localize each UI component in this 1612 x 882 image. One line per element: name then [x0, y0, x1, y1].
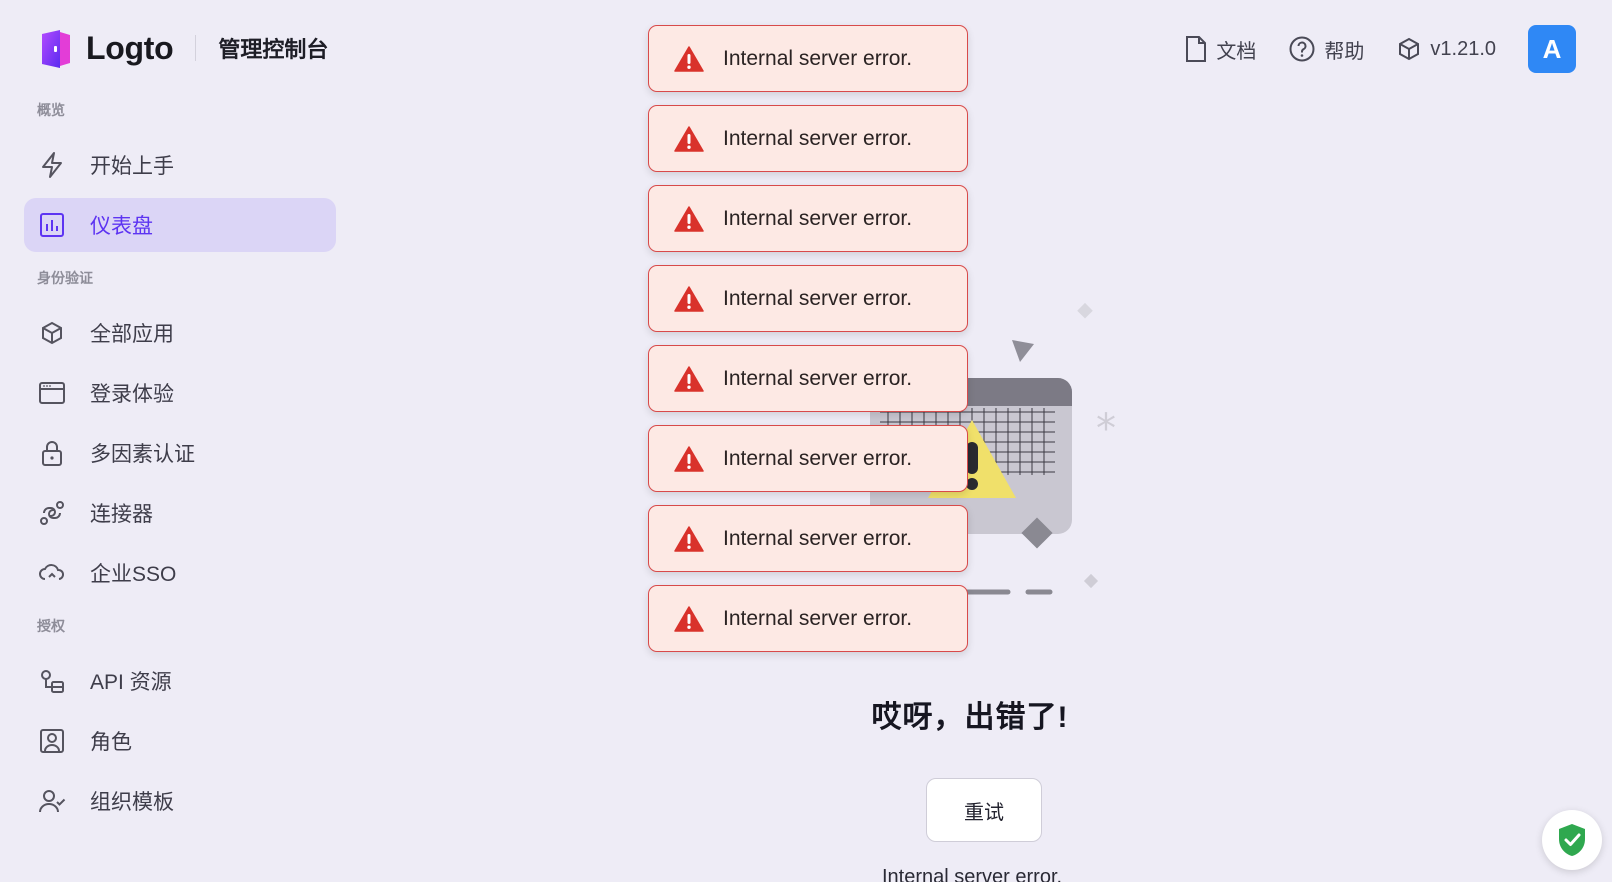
sidebar-item-applications[interactable]: 全部应用 [24, 306, 336, 360]
logto-logo-icon [38, 28, 74, 68]
sidebar-item-label: 开始上手 [90, 155, 174, 178]
docs-label: 文档 [1216, 40, 1257, 63]
help-icon [1289, 36, 1315, 62]
section-title-auth: 身份验证 [37, 270, 93, 286]
error-toast[interactable]: Internal server error. [648, 345, 968, 412]
svg-text:*: * [1096, 406, 1116, 452]
warning-icon [674, 125, 704, 152]
section-title-overview: 概览 [37, 102, 65, 118]
toast-message: Internal server error. [723, 286, 913, 310]
header-actions: 文档 帮助 v1.21.0 A [1184, 24, 1576, 74]
app-root: Logto 管理控制台 文档 帮助 v1.21.0 A 概览 开始上手 仪表盘 [0, 0, 1612, 882]
error-toast[interactable]: Internal server error. [648, 105, 968, 172]
help-link[interactable]: 帮助 [1288, 35, 1364, 64]
error-title: 哎呀，出错了! [871, 701, 1069, 734]
section-title-authorization: 授权 [37, 618, 65, 634]
sidebar-item-label: 登录体验 [90, 383, 174, 406]
brand[interactable]: Logto 管理控制台 [38, 28, 328, 68]
org-icon [38, 787, 66, 815]
toast-message: Internal server error. [723, 446, 913, 470]
chart-icon [38, 211, 66, 239]
error-detail: Internal server error. [882, 866, 1063, 882]
error-toast[interactable]: Internal server error. [648, 185, 968, 252]
sidebar-item-label: 连接器 [90, 503, 153, 526]
cube-icon [38, 319, 66, 347]
warning-icon [674, 445, 704, 472]
toast-message: Internal server error. [723, 606, 913, 630]
brand-divider [195, 35, 197, 61]
toast-message: Internal server error. [723, 126, 913, 150]
sidebar-item-connectors[interactable]: 连接器 [24, 486, 336, 540]
package-icon [1399, 37, 1420, 61]
sidebar-item-enterprise-sso[interactable]: 企业SSO [24, 546, 336, 600]
toast-message: Internal server error. [723, 206, 913, 230]
docs-link[interactable]: 文档 [1184, 35, 1256, 64]
toast-message: Internal server error. [723, 526, 913, 550]
warning-icon [674, 205, 704, 232]
user-avatar[interactable]: A [1528, 25, 1576, 73]
brand-name: Logto [86, 29, 174, 66]
error-toast[interactable]: Internal server error. [648, 425, 968, 492]
shield-check-icon [1559, 824, 1585, 856]
connector-icon [38, 499, 66, 527]
sidebar-item-label: 企业SSO [90, 563, 177, 586]
help-label: 帮助 [1324, 40, 1365, 63]
error-toast[interactable]: Internal server error. [648, 585, 968, 652]
sidebar-item-label: 多因素认证 [90, 443, 195, 466]
sidebar-item-dashboard[interactable]: 仪表盘 [24, 198, 336, 252]
document-icon [1186, 36, 1207, 62]
warning-icon [674, 525, 704, 552]
security-shield-button[interactable] [1542, 810, 1602, 870]
sidebar-item-label: 组织模板 [90, 791, 174, 814]
lock-icon [38, 439, 66, 467]
warning-icon [674, 45, 704, 72]
warning-icon [674, 285, 704, 312]
console-title: 管理控制台 [218, 37, 329, 62]
lightning-icon [38, 151, 66, 179]
sidebar-item-mfa[interactable]: 多因素认证 [24, 426, 336, 480]
error-toast[interactable]: Internal server error. [648, 265, 968, 332]
cloud-icon [38, 559, 66, 587]
warning-icon [674, 365, 704, 392]
error-toast[interactable]: Internal server error. [648, 505, 968, 572]
error-toast[interactable]: Internal server error. [648, 25, 968, 92]
toast-message: Internal server error. [723, 46, 913, 70]
sidebar-item-sign-in-experience[interactable]: 登录体验 [24, 366, 336, 420]
window-icon [38, 379, 66, 407]
version-link[interactable]: v1.21.0 [1396, 36, 1496, 62]
sidebar-item-get-started[interactable]: 开始上手 [24, 138, 336, 192]
retry-button[interactable]: 重试 [926, 778, 1042, 842]
warning-icon [674, 605, 704, 632]
version-label: v1.21.0 [1430, 37, 1496, 60]
sidebar-item-label: 仪表盘 [90, 215, 153, 238]
toast-stack: Internal server error. Internal server e… [648, 25, 968, 665]
api-icon [38, 667, 66, 695]
sidebar-item-org-template[interactable]: 组织模板 [24, 774, 336, 828]
toast-message: Internal server error. [723, 366, 913, 390]
sidebar-item-label: 全部应用 [90, 323, 174, 346]
